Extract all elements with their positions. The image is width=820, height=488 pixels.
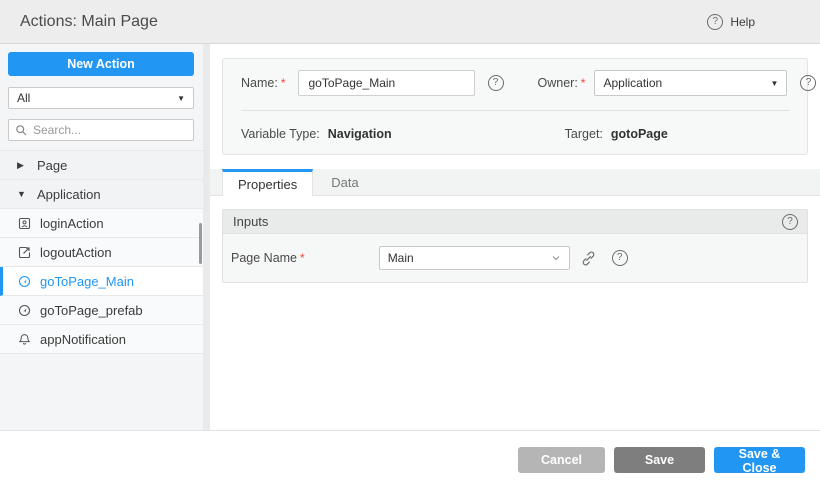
inputs-body: Page Name * Main ? bbox=[223, 234, 807, 282]
inputs-help-icon[interactable]: ? bbox=[782, 214, 798, 230]
new-action-button[interactable]: New Action bbox=[8, 52, 194, 76]
owner-select[interactable]: Application ▼ bbox=[594, 70, 787, 96]
bell-icon bbox=[18, 333, 31, 346]
name-help-icon[interactable]: ? bbox=[488, 75, 504, 91]
navigate-icon bbox=[18, 275, 31, 288]
bind-link-icon[interactable] bbox=[580, 250, 597, 267]
group-label: Page bbox=[37, 158, 67, 173]
group-label: Application bbox=[37, 187, 101, 202]
action-label: loginAction bbox=[40, 216, 104, 231]
inputs-section: Inputs ? Page Name * Main ? bbox=[222, 209, 808, 283]
navigate-icon bbox=[18, 304, 31, 317]
logout-icon bbox=[18, 246, 31, 259]
dialog-body: New Action All ▼ ▶ Page bbox=[0, 44, 820, 430]
owner-help-icon[interactable]: ? bbox=[800, 75, 816, 91]
action-label: appNotification bbox=[40, 332, 126, 347]
cancel-button[interactable]: Cancel bbox=[518, 447, 605, 473]
caret-down-icon: ▼ bbox=[771, 79, 779, 88]
help-icon: ? bbox=[707, 14, 723, 30]
action-summary-box: Name: * ? Owner: * Application ▼ ? bbox=[222, 58, 808, 155]
login-icon bbox=[18, 217, 31, 230]
form-divider bbox=[241, 110, 789, 111]
action-detail-panel: Name: * ? Owner: * Application ▼ ? bbox=[210, 44, 820, 430]
dialog-header: Actions: Main Page ? Help bbox=[0, 0, 820, 44]
search-box[interactable] bbox=[8, 119, 194, 141]
target-label: Target: bbox=[565, 127, 603, 141]
page-name-select-value: Main bbox=[388, 251, 414, 265]
page-name-select[interactable]: Main bbox=[379, 246, 570, 270]
page-name-label: Page Name bbox=[231, 251, 297, 265]
action-label: goToPage_prefab bbox=[40, 303, 143, 318]
type-target-row: Variable Type: Navigation Target: gotoPa… bbox=[241, 127, 789, 141]
tab-properties[interactable]: Properties bbox=[222, 169, 313, 196]
panel-divider bbox=[203, 44, 210, 430]
actions-sidebar: New Action All ▼ ▶ Page bbox=[0, 44, 203, 430]
page-name-help-icon[interactable]: ? bbox=[612, 250, 628, 266]
chevron-down-icon bbox=[551, 253, 561, 263]
filter-select-value: All bbox=[17, 91, 30, 105]
actions-dialog: Actions: Main Page ? Help New Action All… bbox=[0, 0, 820, 488]
inputs-header: Inputs ? bbox=[223, 210, 807, 234]
caret-down-icon: ▼ bbox=[17, 189, 28, 199]
variable-type-label: Variable Type: bbox=[241, 127, 320, 141]
sidebar-scrollbar[interactable] bbox=[199, 223, 202, 264]
save-button[interactable]: Save bbox=[614, 447, 705, 473]
tab-data[interactable]: Data bbox=[313, 169, 376, 196]
inputs-title: Inputs bbox=[233, 214, 268, 229]
name-owner-row: Name: * ? Owner: * Application ▼ ? bbox=[241, 70, 789, 96]
action-row-logoutaction[interactable]: logoutAction bbox=[0, 238, 203, 267]
owner-label: Owner: bbox=[538, 76, 578, 90]
dialog-footer: Cancel Save Save & Close bbox=[0, 430, 820, 488]
help-label: Help bbox=[730, 15, 755, 29]
page-title: Actions: Main Page bbox=[20, 13, 158, 31]
save-close-button[interactable]: Save & Close bbox=[714, 447, 805, 473]
action-row-gotopage-prefab[interactable]: goToPage_prefab bbox=[0, 296, 203, 325]
variable-type-value: Navigation bbox=[328, 127, 392, 141]
caret-down-icon: ▼ bbox=[177, 94, 185, 103]
tab-bar: Properties Data bbox=[210, 169, 820, 196]
target-group: Target: gotoPage bbox=[565, 127, 668, 141]
owner-select-value: Application bbox=[603, 76, 662, 90]
action-row-gotopage-main[interactable]: goToPage_Main bbox=[0, 267, 203, 296]
group-row-page[interactable]: ▶ Page bbox=[0, 151, 203, 180]
required-marker: * bbox=[281, 76, 286, 90]
sidebar-controls: New Action All ▼ bbox=[0, 44, 203, 141]
target-value: gotoPage bbox=[611, 127, 668, 141]
action-row-loginaction[interactable]: loginAction bbox=[0, 209, 203, 238]
name-label: Name: bbox=[241, 76, 278, 90]
name-input[interactable] bbox=[298, 70, 475, 96]
action-label: goToPage_Main bbox=[40, 274, 134, 289]
help-button[interactable]: ? Help bbox=[707, 14, 755, 30]
filter-select[interactable]: All ▼ bbox=[8, 87, 194, 109]
required-marker: * bbox=[581, 76, 586, 90]
required-marker: * bbox=[300, 251, 305, 265]
caret-right-icon: ▶ bbox=[17, 160, 28, 171]
actions-list: ▶ Page ▼ Application loginAction bbox=[0, 150, 203, 354]
search-input[interactable] bbox=[33, 123, 187, 137]
owner-group: Owner: * Application ▼ ? bbox=[538, 70, 817, 96]
search-icon bbox=[15, 124, 28, 137]
group-row-application[interactable]: ▼ Application bbox=[0, 180, 203, 209]
action-label: logoutAction bbox=[40, 245, 112, 260]
action-row-appnotification[interactable]: appNotification bbox=[0, 325, 203, 354]
